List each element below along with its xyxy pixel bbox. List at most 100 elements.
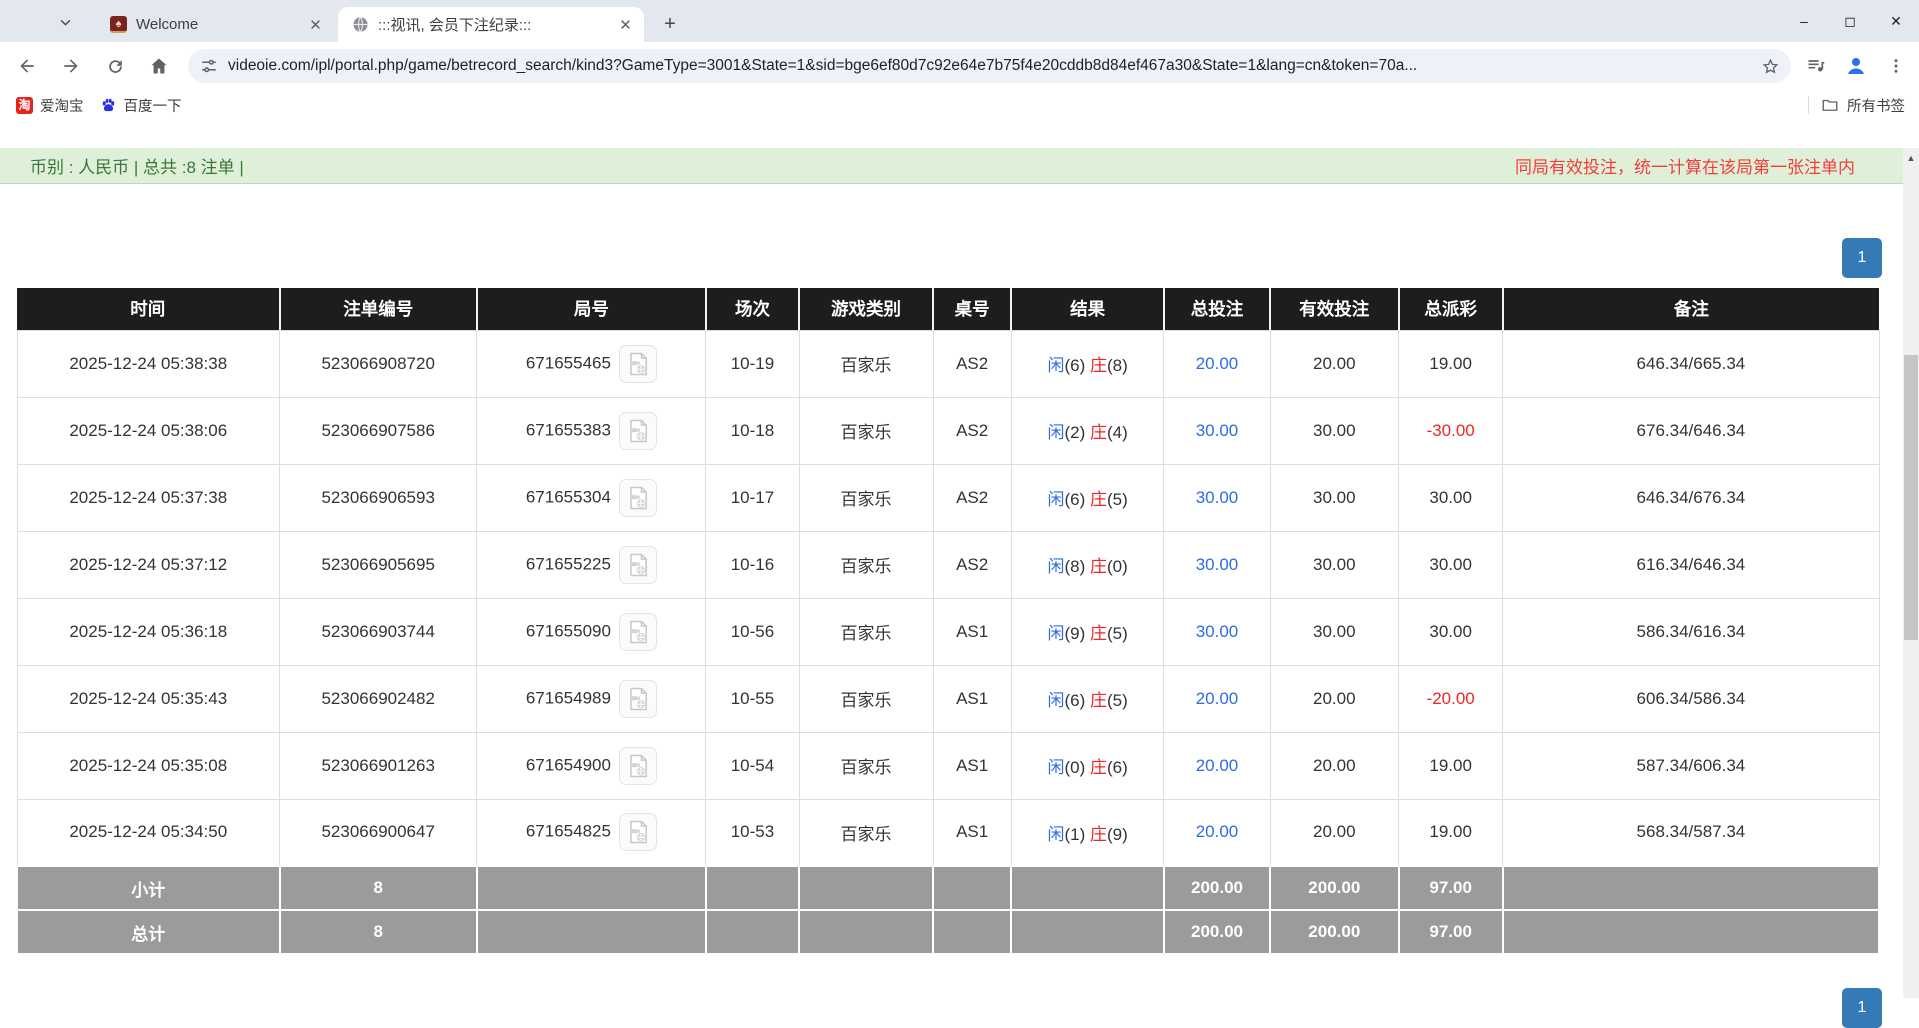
cell-total-bet: 20.00 <box>1164 665 1270 732</box>
column-header: 时间 <box>17 288 280 330</box>
cell-round-id: 671655090 <box>477 598 706 665</box>
total-bet-link[interactable]: 30.00 <box>1196 421 1239 440</box>
cell-bet-id: 523066905695 <box>280 531 477 598</box>
total-bet-link[interactable]: 20.00 <box>1196 756 1239 775</box>
cell-valid-bet: 20.00 <box>1270 330 1398 397</box>
total-bet-link[interactable]: 30.00 <box>1196 488 1239 507</box>
summary-count: 8 <box>280 866 477 910</box>
column-header: 场次 <box>706 288 799 330</box>
tab-close-icon[interactable]: ✕ <box>617 16 634 33</box>
profile-avatar-icon <box>1844 54 1868 78</box>
summary-infobar: 币别 : 人民币 | 总共 :8 注单 | 同局有效投注，统一计算在该局第一张注… <box>0 148 1903 184</box>
cell-result: 闲(6) 庄(8) <box>1011 330 1164 397</box>
cell-result: 闲(0) 庄(6) <box>1011 732 1164 799</box>
summary-label: 小计 <box>17 866 280 910</box>
pagination-button-bottom[interactable]: 1 <box>1842 988 1882 1028</box>
chevron-down-icon <box>59 16 72 29</box>
tab-search-button[interactable] <box>50 9 80 35</box>
cell-table-no: AS1 <box>933 799 1011 866</box>
cell-bet-id: 523066902482 <box>280 665 477 732</box>
tab-bet-record[interactable]: :::视讯, 会员下注纪录::: ✕ <box>338 7 644 42</box>
summary-row: 小计8200.00200.0097.00 <box>17 866 1879 910</box>
total-bet-link[interactable]: 20.00 <box>1196 822 1239 841</box>
cell-game-type: 百家乐 <box>799 531 933 598</box>
cell-game-type: 百家乐 <box>799 732 933 799</box>
summary-total-bet: 200.00 <box>1164 866 1270 910</box>
forward-button[interactable] <box>54 49 88 83</box>
cell-table-no: AS1 <box>933 598 1011 665</box>
cell-total-bet: 30.00 <box>1164 464 1270 531</box>
reload-icon <box>106 57 125 76</box>
total-bet-link[interactable]: 30.00 <box>1196 555 1239 574</box>
cell-time: 2025-12-24 05:37:38 <box>17 464 280 531</box>
column-header: 总投注 <box>1164 288 1270 330</box>
home-button[interactable] <box>142 49 176 83</box>
bookmark-label: 爱淘宝 <box>40 95 84 116</box>
table-row: 2025-12-24 05:36:18523066903744671655090… <box>17 598 1879 665</box>
video-replay-icon[interactable] <box>619 613 657 651</box>
bookmark-baidu[interactable]: 百度一下 <box>100 95 182 116</box>
total-bet-link[interactable]: 30.00 <box>1196 622 1239 641</box>
maximize-button[interactable]: ◻ <box>1827 0 1873 42</box>
cell-payout: 30.00 <box>1399 464 1503 531</box>
table-row: 2025-12-24 05:38:38523066908720671655465… <box>17 330 1879 397</box>
scrollbar-up-arrow-icon[interactable]: ▲ <box>1903 151 1919 165</box>
home-icon <box>149 56 169 76</box>
star-icon <box>1761 57 1780 76</box>
url-text[interactable]: videoie.com/ipl/portal.php/game/betrecor… <box>228 57 1755 75</box>
address-bar[interactable]: videoie.com/ipl/portal.php/game/betrecor… <box>188 49 1791 83</box>
cell-session: 10-19 <box>706 330 799 397</box>
cell-game-type: 百家乐 <box>799 464 933 531</box>
column-header: 注单编号 <box>280 288 477 330</box>
cell-remark: 646.34/676.34 <box>1503 464 1879 531</box>
column-header: 备注 <box>1503 288 1879 330</box>
media-controls-button[interactable] <box>1799 49 1833 83</box>
cell-valid-bet: 30.00 <box>1270 397 1398 464</box>
reload-button[interactable] <box>98 49 132 83</box>
tab-welcome[interactable]: ♠ Welcome ✕ <box>96 7 334 42</box>
cell-session: 10-54 <box>706 732 799 799</box>
minimize-button[interactable]: – <box>1781 0 1827 42</box>
bookmark-taobao[interactable]: 淘 爱淘宝 <box>16 95 84 116</box>
bookmark-star-button[interactable] <box>1755 51 1785 81</box>
table-row: 2025-12-24 05:34:50523066900647671654825… <box>17 799 1879 866</box>
summary-valid-bet: 200.00 <box>1270 910 1398 954</box>
video-replay-icon[interactable] <box>619 813 657 851</box>
cell-valid-bet: 30.00 <box>1270 598 1398 665</box>
cell-round-id: 671654900 <box>477 732 706 799</box>
column-header: 局号 <box>477 288 706 330</box>
total-bet-link[interactable]: 20.00 <box>1196 689 1239 708</box>
cell-round-id: 671655383 <box>477 397 706 464</box>
profile-button[interactable] <box>1839 49 1873 83</box>
tab-close-icon[interactable]: ✕ <box>307 16 324 33</box>
video-replay-icon[interactable] <box>619 479 657 517</box>
video-replay-icon[interactable] <box>619 680 657 718</box>
site-settings-icon[interactable] <box>200 57 218 75</box>
cell-remark: 568.34/587.34 <box>1503 799 1879 866</box>
all-bookmarks-button[interactable]: 所有书签 <box>1808 95 1919 116</box>
video-replay-icon[interactable] <box>619 345 657 383</box>
video-replay-icon[interactable] <box>619 412 657 450</box>
video-replay-icon[interactable] <box>619 546 657 584</box>
close-window-button[interactable]: ✕ <box>1873 0 1919 42</box>
pagination-button-top[interactable]: 1 <box>1842 238 1882 278</box>
cell-bet-id: 523066907586 <box>280 397 477 464</box>
table-row: 2025-12-24 05:37:38523066906593671655304… <box>17 464 1879 531</box>
film-file-icon <box>624 618 652 646</box>
new-tab-button[interactable]: + <box>656 10 684 38</box>
cell-result: 闲(9) 庄(5) <box>1011 598 1164 665</box>
cell-payout: 30.00 <box>1399 598 1503 665</box>
video-replay-icon[interactable] <box>619 747 657 785</box>
cell-game-type: 百家乐 <box>799 330 933 397</box>
scrollbar-thumb[interactable] <box>1904 355 1918 640</box>
browser-menu-button[interactable] <box>1879 49 1913 83</box>
page-scrollbar[interactable]: ▲ <box>1903 148 1919 998</box>
taobao-icon: 淘 <box>16 97 33 114</box>
column-header: 桌号 <box>933 288 1011 330</box>
cell-payout: 19.00 <box>1399 732 1503 799</box>
column-header: 结果 <box>1011 288 1164 330</box>
all-bookmarks-label: 所有书签 <box>1847 95 1905 116</box>
total-bet-link[interactable]: 20.00 <box>1196 354 1239 373</box>
cell-game-type: 百家乐 <box>799 799 933 866</box>
back-button[interactable] <box>10 49 44 83</box>
